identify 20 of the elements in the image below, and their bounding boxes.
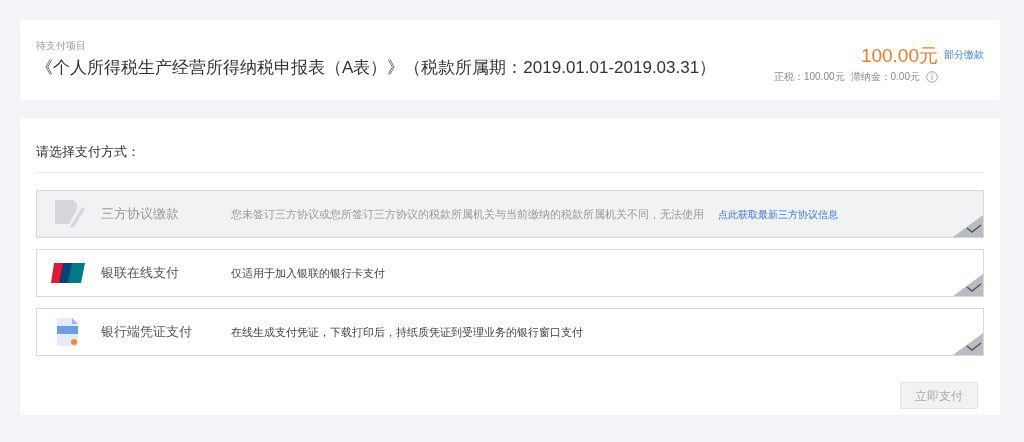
amount: 100.00元 bbox=[860, 45, 938, 67]
tax-form-title: 《个人所得税生产经营所得纳税申报表（A表）》（税款所属期：2019.01.01-2019.03.31） bbox=[36, 57, 718, 79]
option-label: 三方协议缴款 bbox=[101, 205, 180, 224]
amount-detail: 正税：100.00元 bbox=[773, 70, 845, 84]
payment-option[interactable]: 银行端凭证支付 在线生成支付凭证，下载打印后，持纸质凭证到受理业务的银行窗口支付 bbox=[36, 308, 984, 356]
check-corner-icon bbox=[953, 333, 983, 355]
check-corner-icon bbox=[953, 274, 983, 296]
option-label: 银联在线支付 bbox=[101, 264, 180, 283]
check-corner-icon bbox=[953, 215, 983, 237]
option-description: 仅适用于加入银联的银行卡支付 bbox=[231, 265, 385, 281]
caption: 待支付项目 bbox=[36, 39, 87, 53]
amount-detail: 滞纳金：0.00元 bbox=[850, 70, 920, 84]
section-heading: 请选择支付方式： bbox=[36, 143, 141, 161]
partial-payment-link[interactable]: 部分缴款 bbox=[944, 39, 984, 62]
bank-card-icon bbox=[51, 262, 85, 284]
option-label: 银行端凭证支付 bbox=[101, 323, 193, 342]
option-description: 在线生成支付凭证，下载打印后，持纸质凭证到受理业务的银行窗口支付 bbox=[231, 324, 583, 340]
payment-option[interactable]: 银联在线支付 仅适用于加入银联的银行卡支付 bbox=[36, 249, 984, 297]
info-icon[interactable] bbox=[926, 70, 938, 83]
voucher-icon bbox=[55, 317, 81, 347]
